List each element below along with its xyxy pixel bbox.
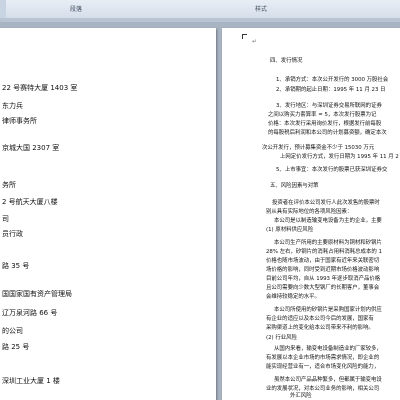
- right-line: 且公司需要向少数大型钢厂的长期客户，董事会: [266, 285, 380, 291]
- right-line: 外汇风险: [290, 393, 312, 399]
- document-workspace[interactable]: 22 号赛特大厦 1403 室 东力兵 律师事务所 京城大国 2307 室 务所…: [0, 22, 400, 400]
- right-line: 之间以购买力套算率 = 5，本次发行股票为记: [268, 112, 377, 118]
- right-line: 本公司生产所用的主要原材料为铜材和矽钢片: [274, 240, 382, 246]
- left-line: 员行政: [2, 230, 23, 238]
- right-line: 有发展以本企业市场的市场需求情况，即企业的: [266, 355, 380, 361]
- right-line: 价格也随市场波动，由于国家有近年来关联密切: [266, 258, 380, 264]
- right-line: 从国内来看，输变电设备制造业的厂家较多，: [274, 346, 382, 352]
- right-line: 会维持较稳定的水平。: [266, 294, 320, 300]
- ribbon-left-edge: [0, 0, 6, 18]
- ribbon-group-paragraph[interactable]: 段落: [70, 4, 82, 13]
- left-line: 律师事务所: [2, 117, 37, 125]
- right-line: 五、风险因素与对策: [270, 183, 319, 189]
- right-line: 上网定价发行方式，发行日期为 1995 年 11 月 2: [280, 154, 399, 160]
- right-line: 虽然本公司产品品种繁多，但都属于输变电设: [274, 377, 382, 383]
- right-line: 价格：本次发行采用询价发行，根据发行前每股: [268, 121, 382, 127]
- right-line: 场价格的影响，同时受到近期市场价格波动影响: [266, 267, 380, 273]
- right-line: 采购渠道上的变化给本公司带来不利的影响。: [266, 325, 374, 331]
- right-line: 本公司所使用的矽钢片是采购国家计划内供应: [274, 307, 382, 313]
- paragraph-mark-icon: ↵: [252, 38, 258, 45]
- right-line: 四、发行情况: [270, 58, 303, 64]
- right-line: 能实现经营业有一，适合市场变化风险的能力，: [266, 364, 380, 370]
- ribbon-group-styles[interactable]: 样式: [255, 4, 267, 13]
- right-line: (1) 原材料供应风险: [266, 227, 314, 233]
- left-line: 路 25 号: [2, 343, 30, 351]
- document-page-left[interactable]: 22 号赛特大厦 1403 室 东力兵 律师事务所 京城大国 2307 室 务所…: [0, 28, 216, 400]
- right-line: 28% 左右，矽钢片的消耗占用料消耗总成本的 1: [266, 249, 382, 255]
- left-line: 司: [2, 215, 9, 223]
- right-line: 次公开发行，预计募集资金不少于 15030 万元: [262, 145, 375, 151]
- left-line: 务所: [2, 181, 16, 189]
- right-line: 的每股税后利润和本公司的计划募资额，确定本次: [268, 130, 387, 136]
- right-line: 2、承销期的起止日期：1995 年 11 月 23 日: [276, 87, 386, 93]
- right-line: 业的发展状况，对本公司业务的影响，相关公司: [266, 386, 380, 392]
- right-line: 3、发行地区：与深圳证券交易所联网的证券: [276, 103, 382, 109]
- right-line: 投资者在评价本公司发行人此次发售的股票时: [272, 200, 380, 206]
- left-line: 的公司: [2, 327, 23, 335]
- left-line: 辽万泉河路 66 号: [2, 309, 58, 317]
- ribbon-bar: 段落 样式: [0, 0, 400, 19]
- left-line: 22 号赛特大厦 1403 室: [2, 84, 78, 92]
- left-line: 深圳工业大厦 1 楼: [2, 377, 60, 385]
- crop-mark-icon: [242, 34, 247, 39]
- right-line: 有企业的适应以及本公司今后的发展，国家有: [266, 316, 374, 322]
- left-line: 路 35 号: [2, 262, 30, 270]
- left-line: 东力兵: [2, 102, 23, 110]
- right-line: 本公司是以制造输变电设备为主的企业，主要: [274, 218, 382, 224]
- right-line: 别从具有实际地位的各项风险因素：: [266, 209, 353, 215]
- right-line: 1、承销方式：本次公开发行的 3000 万股社会: [276, 77, 389, 83]
- document-page-right[interactable]: ↵ 四、发行情况 1、承销方式：本次公开发行的 3000 万股社会 2、承销期的…: [222, 28, 400, 400]
- right-line: 目前公司年均，自从 1993 年逐步取消产品价格: [266, 276, 381, 282]
- right-line: 5、上市事宜：本次发行的股票已获深圳证券交: [276, 167, 388, 173]
- left-line: 京城大国 2307 室: [2, 144, 60, 152]
- left-line: 国国家国有资产管理局: [2, 290, 72, 298]
- right-line: (2) 行业风险: [266, 335, 297, 341]
- left-line: 2 号航天大厦八楼: [2, 198, 58, 206]
